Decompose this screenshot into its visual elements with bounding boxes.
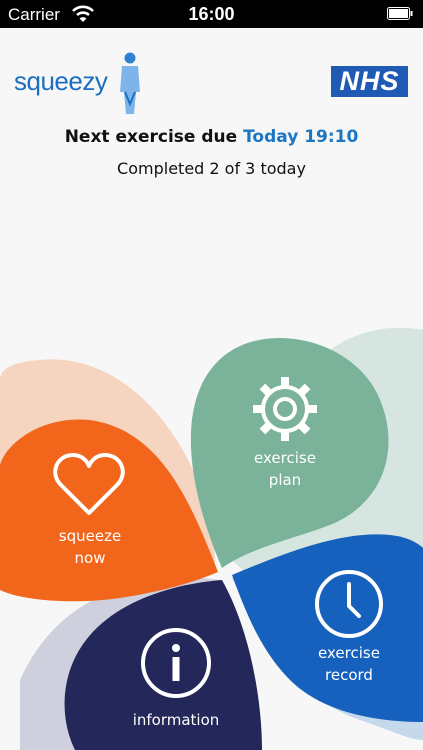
information-label[interactable]: information bbox=[116, 709, 236, 731]
squeeze-now-petal[interactable] bbox=[0, 419, 218, 602]
petal-menu bbox=[0, 327, 423, 750]
exercise-record-label-line2: record bbox=[325, 666, 373, 684]
squeeze-now-label-line1: squeeze bbox=[58, 527, 122, 545]
squeeze-now-label[interactable]: squeeze now bbox=[40, 525, 140, 569]
squeeze-now-label-line2: now bbox=[74, 549, 106, 567]
exercise-record-label-line1: exercise bbox=[318, 644, 380, 662]
exercise-plan-label-line1: exercise bbox=[254, 449, 316, 467]
exercise-plan-label-line2: plan bbox=[268, 471, 302, 489]
information-label-line1: information bbox=[132, 711, 220, 729]
exercise-plan-label[interactable]: exercise plan bbox=[235, 447, 335, 491]
exercise-record-label[interactable]: exercise record bbox=[299, 642, 399, 686]
